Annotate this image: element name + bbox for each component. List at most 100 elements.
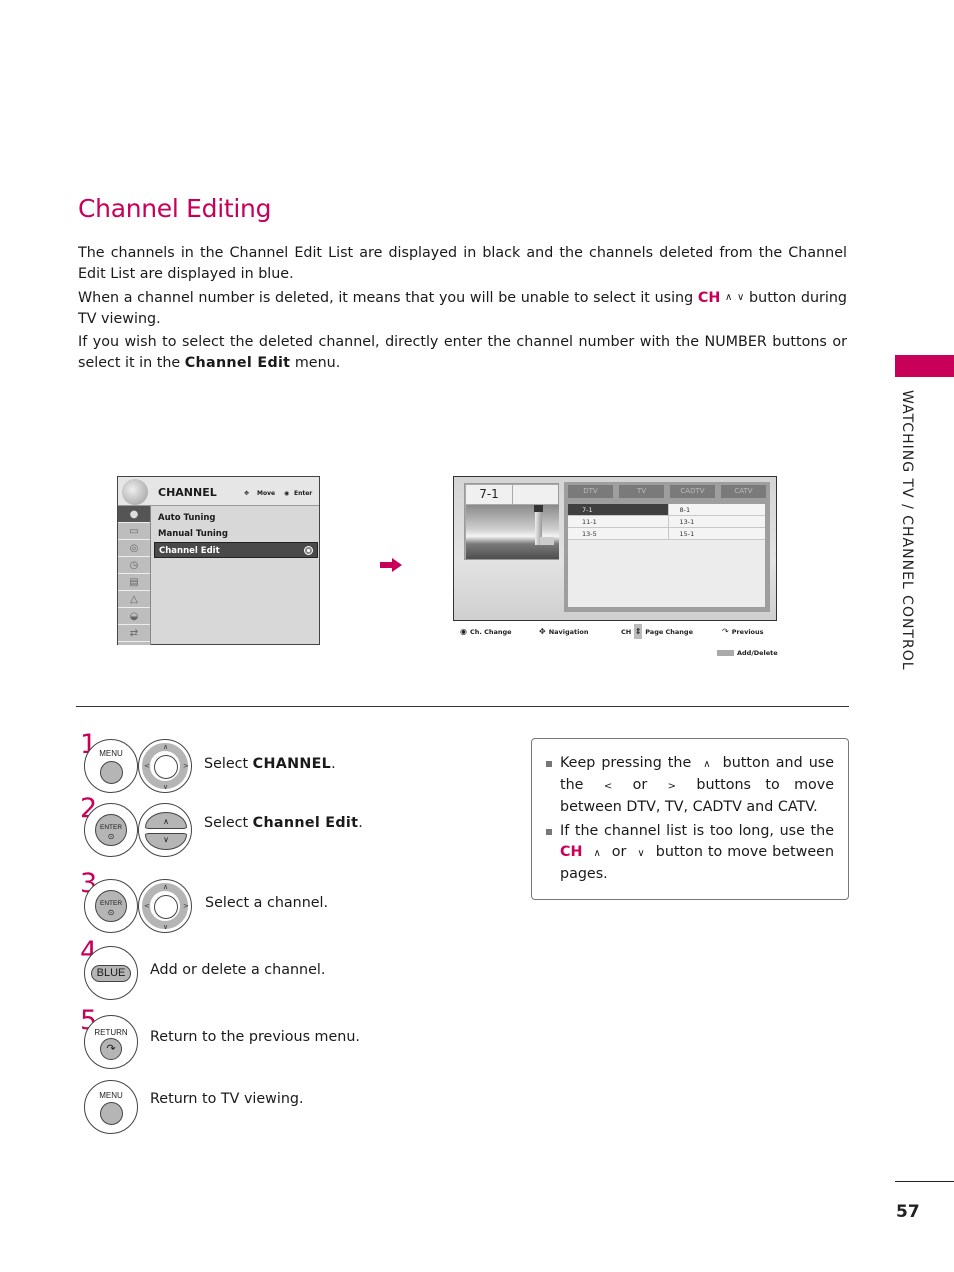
button-label: BLUE [91,965,131,982]
menu-items: Auto Tuning Manual Tuning Channel Edit [154,510,318,558]
channel-menu-screen: CHANNEL ✥ Move ◉ Enter ● ▭ ◎ ◷ ▤ △ ◒ ⇄ A… [117,476,320,645]
button-face [100,761,123,784]
usb-icon[interactable]: ◒ [118,608,150,625]
menu-item-manual-tuning[interactable]: Manual Tuning [154,526,318,542]
note-item: If the channel list is too long, use the… [546,821,834,885]
channel-cell[interactable]: 8-1 [667,504,765,515]
step-text-span: . [358,815,363,831]
menu-button[interactable]: MENU [84,1080,138,1134]
intro-text-span: menu. [290,355,341,371]
enter-dot-icon: ⊙ [107,832,115,841]
right-arrow-icon: > [183,762,189,770]
channel-preview: 7-1 [464,483,559,560]
tab-catv[interactable]: CATV [721,485,766,498]
channel-name-field [513,485,558,504]
satellite-dish-icon [122,479,148,505]
legend-add-delete: Add/Delete [717,649,778,657]
channel-cell[interactable]: 15-1 [667,528,765,539]
legend-label: Ch. Change [469,627,512,636]
button-label: MENU [99,749,123,758]
page-number: 57 [896,1202,920,1222]
option-icon[interactable]: ▤ [118,574,150,591]
up-arrow-icon: ∧ [163,883,169,891]
down-arrow-icon[interactable]: ∨ [145,833,187,850]
lock-icon[interactable]: △ [118,591,150,608]
enter-button[interactable]: ENTER ⊙ [84,803,138,857]
note-text: or [632,777,648,793]
navigation-pad[interactable]: ∧ ∨ < > [138,739,192,793]
up-arrow-icon[interactable]: ∧ [145,812,187,829]
step-text-span: Select [204,756,253,772]
menu-item-channel-edit[interactable]: Channel Edit [154,542,318,558]
channel-list: 7-1 8-1 11-1 13-1 13-5 15-1 [568,504,765,607]
tab-cadtv[interactable]: CADTV [670,485,715,498]
intro-paragraph-1: The channels in the Channel Edit List ar… [78,245,847,282]
notes-box: Keep pressing the ∧ button and use the <… [531,738,849,900]
section-tab-marker [895,355,954,377]
step-instruction: Select a channel. [205,895,329,911]
step-instruction: Select Channel Edit. [204,815,363,831]
intro-text: The channels in the Channel Edit List ar… [78,243,847,376]
tab-tv[interactable]: TV [619,485,664,498]
note-item: Keep pressing the ∧ button and use the <… [546,753,834,818]
button-face: ENTER ⊙ [95,890,127,922]
blue-button[interactable]: BLUE [84,946,138,1000]
intro-paragraph-3: If you wish to select the deleted channe… [78,332,847,374]
channel-cell[interactable]: 13-1 [667,516,765,527]
right-arrow-icon: > [183,902,189,910]
menu-category-icons: ● ▭ ◎ ◷ ▤ △ ◒ ⇄ [118,506,151,645]
step-instruction: Select CHANNEL. [204,756,336,772]
button-face [100,1102,123,1125]
right-arrow-icon: > [667,781,676,792]
page-title: Channel Editing [78,194,272,223]
up-down-buttons[interactable]: ∧ ∨ [138,803,192,857]
channel-label: CHANNEL [252,756,332,772]
section-divider [76,706,849,707]
up-arrow-icon: ∧ [163,743,169,751]
preview-image [466,505,559,559]
menu-item-auto-tuning[interactable]: Auto Tuning [154,510,318,526]
step-instruction: Return to TV viewing. [150,1091,304,1107]
return-button[interactable]: RETURN ↷ [84,1015,138,1069]
time-icon[interactable]: ◷ [118,557,150,574]
tab-dtv[interactable]: DTV [568,485,613,498]
left-arrow-icon: < [144,902,150,910]
button-label: RETURN [94,1028,128,1037]
button-label: ENTER [99,900,123,907]
down-arrow-icon: ∨ [163,783,169,791]
house-image [540,537,554,545]
section-label: WATCHING TV / CHANNEL CONTROL [899,390,915,671]
menu-item-label: Channel Edit [159,546,220,556]
enter-button[interactable]: ENTER ⊙ [84,879,138,933]
right-arrow-icon [380,558,402,572]
channel-edit-label: Channel Edit [252,815,359,831]
legend-navigation: ✥ Navigation [539,627,588,636]
channel-icon[interactable]: ● [118,506,150,523]
menu-button[interactable]: MENU [84,739,138,793]
enter-icon: ◉ [460,627,467,636]
step-text-span: . [331,756,336,772]
input-icon[interactable]: ⇄ [118,625,150,642]
down-arrow-icon: ∨ [637,848,645,859]
channel-cell[interactable]: 7-1 [568,504,668,515]
channel-edit-screen: 7-1 DTV TV CADTV CATV 7-1 8-1 11-1 13-1 … [453,476,777,621]
navigation-icon: ✥ [539,627,546,636]
channel-cell[interactable]: 13-5 [568,528,668,539]
channel-cell[interactable]: 11-1 [568,516,668,527]
picture-icon[interactable]: ▭ [118,523,150,540]
ch-label: CH [621,627,632,636]
up-down-icon: ⇕ [634,624,643,639]
step-instruction: Add or delete a channel. [150,962,326,978]
channel-row: 11-1 13-1 [568,516,765,528]
blue-button-swatch [717,650,734,656]
note-text: or [611,844,627,860]
button-face: ENTER ⊙ [95,814,127,846]
legend-previous: ↷ Previous [722,627,764,636]
enter-icon [304,546,313,555]
legend-label: Add/Delete [737,649,778,657]
intro-text-span: When a channel number is deleted, it mea… [78,290,698,306]
button-label: MENU [99,1091,123,1100]
audio-icon[interactable]: ◎ [118,540,150,557]
note-text: Keep pressing the [560,755,692,771]
navigation-pad[interactable]: ∧ ∨ < > [138,879,192,933]
